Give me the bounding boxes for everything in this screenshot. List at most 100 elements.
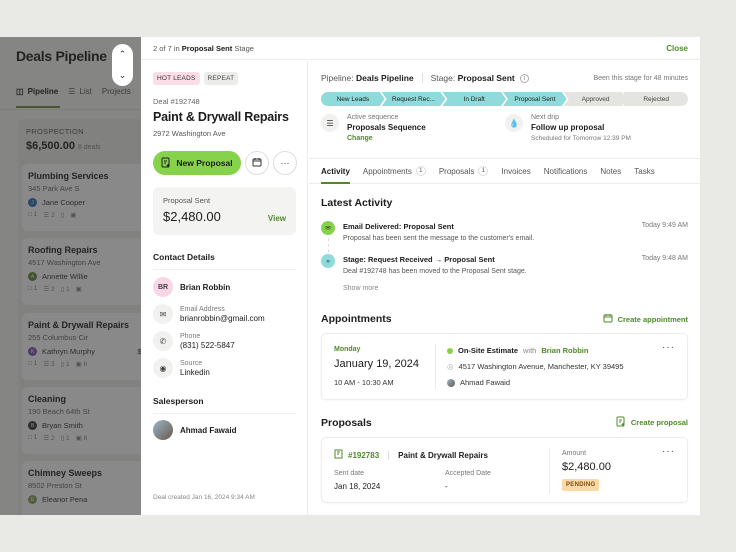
contact-details-heading: Contact Details <box>153 252 296 270</box>
deal-navigator: ⌃ ⌄ <box>112 44 133 86</box>
view-proposal-link[interactable]: View <box>268 214 286 223</box>
appointment-assignee: Ahmad Fawaid <box>447 378 510 387</box>
deal-sidebar: HOT LEADS REPEAT Deal #192748 Paint & Dr… <box>141 61 308 515</box>
change-sequence-link[interactable]: Change <box>347 135 426 142</box>
contact-phone-row: ✆ Phone (831) 522-5847 <box>153 331 235 351</box>
proposal-card-amount: $2,480.00 <box>562 461 611 473</box>
proposal-sent-date: Jan 18, 2024 <box>334 482 381 491</box>
tab-notifications[interactable]: Notifications <box>544 159 588 183</box>
appointment-date: January 19, 2024 <box>334 358 420 370</box>
assignee-avatar <box>447 378 455 387</box>
tab-count-badge: 1 <box>415 166 426 176</box>
tab-proposals[interactable]: Proposals 1 <box>439 159 489 183</box>
schedule-button[interactable] <box>245 151 269 175</box>
sequence-name: Proposals Sequence <box>347 123 426 132</box>
tab-invoices[interactable]: Invoices <box>501 159 530 183</box>
appointment-contact[interactable]: Brian Robbin <box>541 346 588 355</box>
salesperson-row[interactable]: Ahmad Fawaid <box>153 420 236 440</box>
tab-tasks[interactable]: Tasks <box>634 159 654 183</box>
appointment-address: ◎ 4517 Washington Avenue, Manchester, KY … <box>447 362 624 371</box>
proposals-heading: Proposals <box>321 417 372 429</box>
mail-icon: ✉ <box>321 221 335 235</box>
appointment-card[interactable]: Monday January 19, 2024 10 AM - 10:30 AM… <box>321 333 688 400</box>
proposal-status: Proposal Sent <box>163 196 211 205</box>
contact-email[interactable]: brianrobbin@gmail.com <box>180 314 265 323</box>
contact-source: Linkedin <box>180 367 210 377</box>
close-button[interactable]: Close <box>666 44 688 53</box>
tab-count-badge: 1 <box>478 166 489 176</box>
deal-number: Deal #192748 <box>153 97 200 106</box>
calendar-icon <box>252 157 262 169</box>
location-pin-icon: ◎ <box>447 362 454 371</box>
contact-source-row: ◉ Source Linkedin <box>153 358 210 378</box>
info-icon[interactable]: i <box>519 73 529 83</box>
appointment-day: Monday <box>334 346 361 353</box>
show-more-link[interactable]: Show more <box>343 285 378 292</box>
pipeline-info: Pipeline: Deals Pipeline Stage: Proposal… <box>321 73 688 83</box>
divider <box>549 448 550 494</box>
status-dot-icon <box>447 347 453 354</box>
drip-schedule: Scheduled for Tomorrow 12:39 PM <box>531 135 631 142</box>
document-icon <box>334 449 343 461</box>
drop-icon: 💧 <box>505 114 523 132</box>
tag-repeat[interactable]: REPEAT <box>203 72 239 85</box>
more-options-button[interactable]: ⋯ <box>273 151 297 175</box>
divider <box>435 344 436 389</box>
proposal-card[interactable]: #192783 Paint & Drywall Repairs Sent dat… <box>321 437 688 503</box>
appointment-more-button[interactable]: ··· <box>662 342 675 353</box>
stage-step[interactable]: Request Rec... <box>382 92 446 106</box>
calendar-icon <box>603 313 613 325</box>
contact-phone[interactable]: (831) 522-5847 <box>180 341 235 350</box>
salesperson-heading: Salesperson <box>153 396 296 414</box>
chevron-up-icon[interactable]: ⌃ <box>119 49 127 60</box>
contact-name-row[interactable]: BR Brian Robbin <box>153 277 230 297</box>
stage-progress: New Leads Request Rec... In Draft Proposal … <box>321 92 688 106</box>
stage-step[interactable]: Proposal Sent <box>503 92 567 106</box>
create-appointment-button[interactable]: Create appointment <box>603 313 688 325</box>
deal-detail-panel: 2 of 7 in Proposal Sent Stage Close HOT … <box>141 37 700 515</box>
proposal-header: #192783 Paint & Drywall Repairs <box>334 449 488 461</box>
stage-name: Proposal Sent <box>457 73 515 83</box>
chevron-down-icon[interactable]: ⌄ <box>119 70 127 81</box>
deal-created-date: Deal created Jan 16, 2024 9:34 AM <box>153 494 255 501</box>
stage-step[interactable]: Rejected <box>624 92 688 106</box>
deal-name: Paint & Drywall Repairs <box>153 110 289 124</box>
new-proposal-button[interactable]: New Proposal <box>153 151 241 175</box>
stage-step[interactable]: In Draft <box>442 92 506 106</box>
appointment-time: 10 AM - 10:30 AM <box>334 378 394 387</box>
more-icon: ⋯ <box>280 157 290 168</box>
phone-icon: ✆ <box>153 331 173 351</box>
tab-notes[interactable]: Notes <box>600 159 621 183</box>
deal-main: Pipeline: Deals Pipeline Stage: Proposal… <box>309 61 700 515</box>
proposal-more-button[interactable]: ··· <box>662 446 675 457</box>
create-proposal-button[interactable]: Create proposal <box>616 416 688 429</box>
proposal-name: Paint & Drywall Repairs <box>398 450 488 460</box>
status-badge: PENDING <box>562 479 600 491</box>
detail-tabs: Activity Appointments 1 Proposals 1 Invoices N… <box>309 158 700 184</box>
appointments-heading: Appointments <box>321 313 392 325</box>
tab-activity[interactable]: Activity <box>321 159 350 184</box>
contact-name: Brian Robbin <box>180 282 231 292</box>
panel-topbar: 2 of 7 in Proposal Sent Stage Close <box>141 37 700 60</box>
proposal-add-icon <box>616 416 626 429</box>
active-sequence: ☰ Active sequence Proposals Sequence Cha… <box>321 114 426 142</box>
stage-step[interactable]: Approved <box>564 92 628 106</box>
double-chevron-icon: » <box>321 254 335 268</box>
proposal-number[interactable]: #192783 <box>348 451 379 460</box>
latest-activity-heading: Latest Activity <box>321 197 393 209</box>
deal-tags: HOT LEADS REPEAT <box>153 72 239 85</box>
next-drip: 💧 Next drip Follow up proposal Scheduled… <box>505 114 631 142</box>
stage-step[interactable]: New Leads <box>321 92 385 106</box>
tab-appointments[interactable]: Appointments 1 <box>363 159 426 183</box>
mail-icon: ✉ <box>153 304 173 324</box>
appointment-title: On-Site Estimate with Brian Robbin <box>447 346 588 355</box>
salesperson-name: Ahmad Fawaid <box>180 425 237 435</box>
tag-hot-leads[interactable]: HOT LEADS <box>153 72 200 85</box>
drip-name: Follow up proposal <box>531 123 605 132</box>
deal-address: 2972 Washington Ave <box>153 129 226 138</box>
proposal-add-icon <box>161 157 171 170</box>
time-in-stage: Been this stage for 48 minutes <box>593 74 688 82</box>
proposal-accepted-date: - <box>445 482 448 491</box>
contact-avatar: BR <box>153 277 173 297</box>
modal-overlay[interactable] <box>0 37 160 515</box>
